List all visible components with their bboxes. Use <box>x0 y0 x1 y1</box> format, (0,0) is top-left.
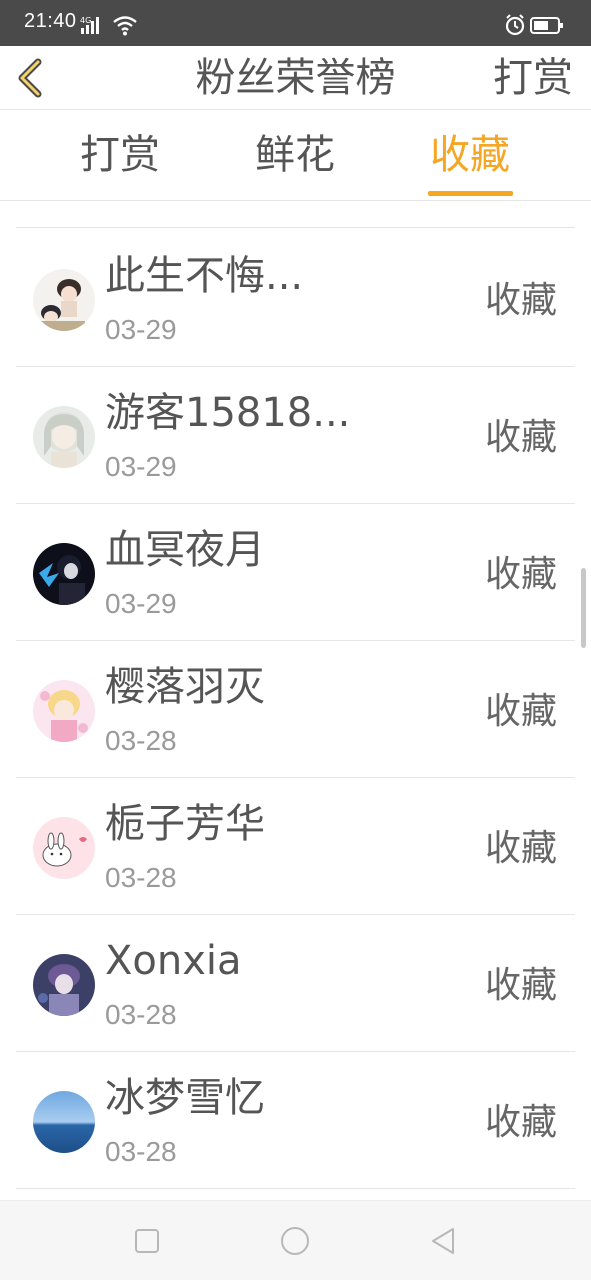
avatar <box>33 543 95 605</box>
user-name: 冰梦雪忆 <box>105 1075 265 1121</box>
tab-flowers[interactable]: 鲜花 <box>255 129 335 181</box>
back-nav-button[interactable] <box>427 1225 459 1257</box>
user-name: Xonxia <box>105 938 242 984</box>
list-item[interactable]: 冰梦雪忆 03-28 收藏 <box>0 1052 591 1189</box>
favorite-action: 收藏 <box>484 691 557 732</box>
user-name: 栀子芳华 <box>105 801 265 847</box>
favorite-action: 收藏 <box>484 1102 557 1143</box>
list-item[interactable]: 此生不悔... 03-29 收藏 <box>0 230 591 367</box>
home-button[interactable] <box>279 1225 311 1257</box>
divider <box>16 1188 575 1189</box>
user-name: 樱落羽灭 <box>105 664 265 710</box>
reward-button[interactable]: 打赏 <box>493 52 573 104</box>
avatar <box>33 269 95 331</box>
avatar <box>33 406 95 468</box>
favorite-action: 收藏 <box>484 417 557 458</box>
list-item[interactable]: 血冥夜月 03-29 收藏 <box>0 504 591 641</box>
avatar <box>33 817 95 879</box>
signal-wifi-icons: 4G <box>80 16 137 36</box>
list-item[interactable]: Xonxia 03-28 收藏 <box>0 915 591 1052</box>
scrollbar[interactable] <box>581 568 586 648</box>
date: 03-28 <box>105 725 177 756</box>
date: 03-29 <box>105 451 177 482</box>
status-time: 21:40 <box>24 10 77 32</box>
avatar <box>33 1091 95 1153</box>
pink-anime-avatar <box>33 680 95 742</box>
active-tab-indicator <box>428 191 513 196</box>
list-item[interactable]: 栀子芳华 03-28 收藏 <box>0 778 591 915</box>
date: 03-29 <box>105 588 177 619</box>
anime-couple-avatar <box>33 269 95 331</box>
user-name: 游客15818... <box>105 390 351 436</box>
favorite-action: 收藏 <box>484 280 557 321</box>
divider <box>16 227 575 228</box>
system-nav-bar <box>0 1200 591 1280</box>
network-type-label: 4G <box>80 16 91 25</box>
list-item[interactable]: 游客15818... 03-29 收藏 <box>0 367 591 504</box>
list-item[interactable]: 樱落羽灭 03-28 收藏 <box>0 641 591 778</box>
date: 03-28 <box>105 862 177 893</box>
purple-anime-avatar <box>33 954 95 1016</box>
bunny-avatar <box>33 817 95 879</box>
alarm-icon <box>505 14 525 36</box>
battery-icon <box>530 17 563 34</box>
anime-girl-avatar <box>33 406 95 468</box>
header: 粉丝荣誉榜 打赏 <box>0 46 591 110</box>
recent-apps-button[interactable] <box>131 1225 163 1257</box>
ocean-avatar <box>33 1091 95 1153</box>
date: 03-28 <box>105 1136 177 1167</box>
user-name: 血冥夜月 <box>105 527 265 573</box>
avatar <box>33 680 95 742</box>
dark-figure-avatar <box>33 543 95 605</box>
tab-reward[interactable]: 打赏 <box>80 129 160 181</box>
date: 03-29 <box>105 314 177 345</box>
status-bar: 21:40 4G <box>0 0 591 46</box>
avatar <box>33 954 95 1016</box>
home-icon <box>281 1227 309 1255</box>
wifi-icon <box>113 16 137 36</box>
tab-favorites[interactable]: 收藏 <box>430 129 510 181</box>
recent-apps-icon <box>135 1229 159 1253</box>
favorite-action: 收藏 <box>484 965 557 1006</box>
alarm-battery-icons <box>505 14 563 36</box>
user-name: 此生不悔... <box>105 253 304 299</box>
fan-list[interactable]: 此生不悔... 03-29 收藏 游客15818... 03-29 收藏 血冥夜… <box>0 202 591 1200</box>
favorite-action: 收藏 <box>484 554 557 595</box>
date: 03-28 <box>105 999 177 1030</box>
back-icon <box>432 1228 454 1254</box>
tab-bar: 打赏 鲜花 收藏 <box>0 111 591 201</box>
favorite-action: 收藏 <box>484 828 557 869</box>
